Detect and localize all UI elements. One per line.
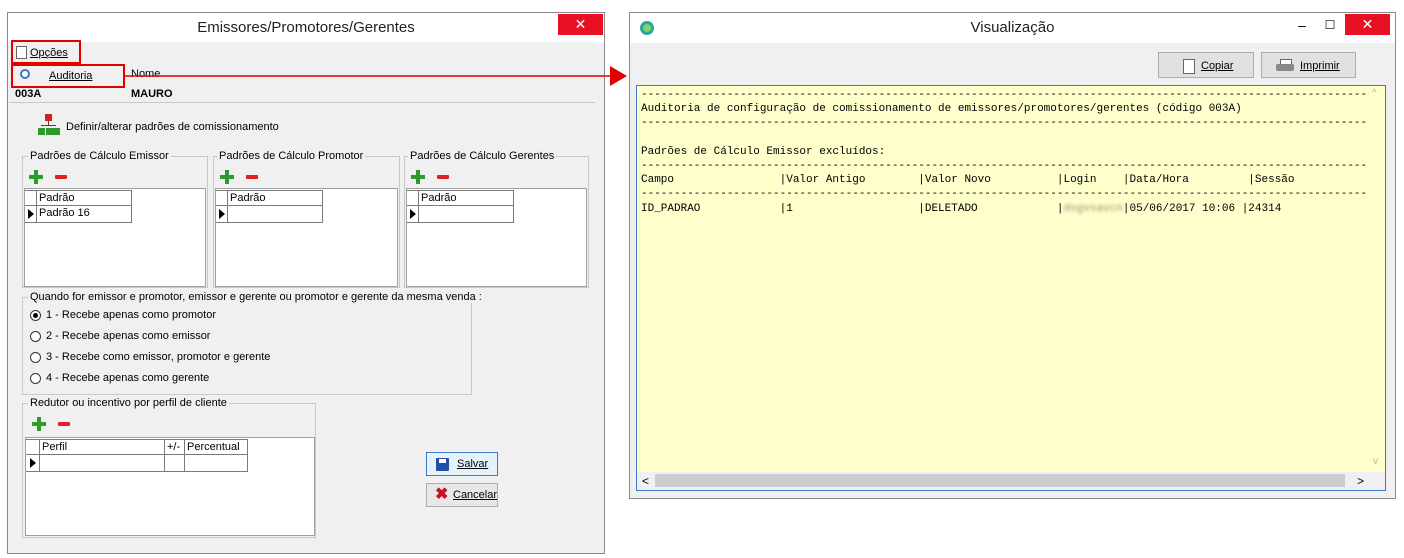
cancelar-button[interactable]: ✖ Cancelar [426,483,498,507]
group-gerentes-title: Padrões de Cálculo Gerentes [408,150,557,162]
grid-redutor-percentual-cell[interactable] [184,454,248,472]
title-bar: Visualização – ☐ ✕ [630,13,1395,43]
grid-emissor-column-padrao: Padrão [36,190,132,206]
horizontal-scroll-thumb[interactable] [655,474,1345,487]
row-indicator-icon [219,209,225,219]
grid-gerentes: Padrão [406,188,587,287]
group-redutor-title: Redutor ou incentivo por perfil de clien… [28,397,229,409]
imprimir-label: Imprimir [1300,60,1340,72]
group-padroes-promotor: Padrões de Cálculo Promotor Padrão [213,150,400,288]
remove-padrao-gerente-icon[interactable] [437,175,449,179]
row-indicator-icon [30,458,36,468]
grid-redutor: Perfil +/- Percentual [25,437,315,536]
report-row-datetime-session: |05/06/2017 10:06 |24314 [1122,203,1282,215]
window-title: Emissores/Promotores/Gerentes [197,19,415,36]
remove-padrao-promotor-icon[interactable] [246,175,258,179]
remove-padrao-emissor-icon[interactable] [55,175,67,179]
row-indicator-icon [410,209,416,219]
grid-promotor-row-value[interactable] [227,205,323,223]
grid-redutor-column-sign: +/- [164,439,185,455]
group-mesma-venda-title: Quando for emissor e promotor, emissor e… [28,291,484,303]
group-redutor: Redutor ou incentivo por perfil de clien… [22,397,316,538]
minimize-button[interactable]: – [1288,15,1316,35]
report-rule-2: ----------------------------------------… [641,117,1369,129]
grid-gerentes-row-value[interactable] [418,205,514,223]
report-data-row: ID_PADRAO |1 |DELETADO |dsgvsavcn|05/06/… [641,203,1281,215]
imprimir-button[interactable]: Imprimir [1261,52,1356,78]
cancelar-label: Cancelar [453,489,498,501]
scroll-right-icon[interactable]: > [1357,474,1364,488]
connector-arrow [124,66,627,86]
grid-promotor-column-padrao: Padrão [227,190,323,206]
radio-option-4[interactable]: 4 - Recebe apenas como gerente [30,372,270,386]
code-value: 003A [15,88,42,100]
header-divider [9,102,595,103]
radio-option-2[interactable]: 2 - Recebe apenas como emissor [30,330,270,344]
row-indicator-icon [28,209,34,219]
grid-promotor: Padrão [215,188,398,287]
scroll-up-icon[interactable]: ^ [1372,88,1377,99]
salvar-button[interactable]: Salvar [426,452,498,476]
horizontal-scrollbar[interactable]: < > [637,472,1385,490]
scroll-down-icon[interactable]: v [1373,456,1378,467]
report-rule-1: ----------------------------------------… [641,89,1369,101]
close-button[interactable]: ✕ [1345,14,1390,35]
radio-option-2-label: 2 - Recebe apenas como emissor [46,330,211,342]
group-emissor-title: Padrões de Cálculo Emissor [28,150,171,162]
add-padrao-promotor-icon[interactable] [220,170,234,184]
printer-icon [1276,59,1294,71]
floppy-disk-icon [436,458,449,471]
report-row-fields: ID_PADRAO |1 |DELETADO | [641,203,1064,215]
grid-gerentes-column-padrao: Padrão [418,190,514,206]
copiar-button[interactable]: Copiar [1158,52,1254,78]
grid-redutor-column-percentual: Percentual [184,439,248,455]
radio-option-3-label: 3 - Recebe como emissor, promotor e gere… [46,351,271,363]
radio-option-1[interactable]: 1 - Recebe apenas como promotor [30,309,270,323]
hierarchy-icon [38,114,60,136]
salvar-label: Salvar [457,458,489,470]
close-button[interactable]: ✕ [558,14,603,35]
radio-button[interactable] [30,331,41,342]
group-padroes-gerentes: Padrões de Cálculo Gerentes Padrão [404,150,589,288]
grid-redutor-sign-cell[interactable] [164,454,185,472]
maximize-button[interactable]: ☐ [1316,15,1344,35]
add-padrao-gerente-icon[interactable] [411,170,425,184]
add-perfil-icon[interactable] [32,417,46,431]
report-row-login: dsgvsavcn [1063,203,1123,215]
radio-option-3[interactable]: 3 - Recebe como emissor, promotor e gere… [30,351,290,365]
radio-option-4-label: 4 - Recebe apenas como gerente [46,372,210,384]
group-promotor-title: Padrões de Cálculo Promotor [217,150,366,162]
report-text-area[interactable]: ----------------------------------------… [637,86,1369,472]
grid-redutor-perfil-cell[interactable] [39,454,165,472]
opcoes-highlight-box [11,40,81,64]
title-bar: Emissores/Promotores/Gerentes ✕ [8,13,604,43]
group-padroes-emissor: Padrões de Cálculo Emissor Padrão Padrão… [22,150,208,288]
define-padroes-link[interactable]: Definir/alterar padrões de comissionamen… [38,114,288,138]
menu-bar [8,42,596,64]
copy-document-icon [1183,59,1195,74]
grid-redutor-column-perfil: Perfil [39,439,165,455]
radio-button-selected[interactable] [30,310,41,321]
remove-perfil-icon[interactable] [58,422,70,426]
radio-option-1-label: 1 - Recebe apenas como promotor [46,309,216,321]
radio-button[interactable] [30,352,41,363]
report-rule-3: ----------------------------------------… [641,160,1369,172]
report-column-headers: Campo |Valor Antigo |Valor Novo |Login |… [641,174,1295,186]
window-title: Visualização [970,19,1055,36]
vertical-scrollbar[interactable]: ^ v [1369,86,1385,472]
scroll-left-icon[interactable]: < [642,474,649,488]
add-padrao-emissor-icon[interactable] [29,170,43,184]
radio-button[interactable] [30,373,41,384]
grid-emissor-row-value[interactable]: Padrão 16 [36,205,132,223]
x-icon: ✖ [435,486,449,503]
grid-emissor: Padrão Padrão 16 [24,188,206,287]
report-heading: Auditoria de configuração de comissionam… [641,103,1242,115]
copiar-label: Copiar [1201,60,1234,72]
report-rule-4: ----------------------------------------… [641,188,1369,200]
auditoria-highlight-box [11,64,125,88]
define-padroes-label: Definir/alterar padrões de comissionamen… [66,121,279,133]
report-section-title: Padrões de Cálculo Emissor excluídos: [641,146,886,158]
